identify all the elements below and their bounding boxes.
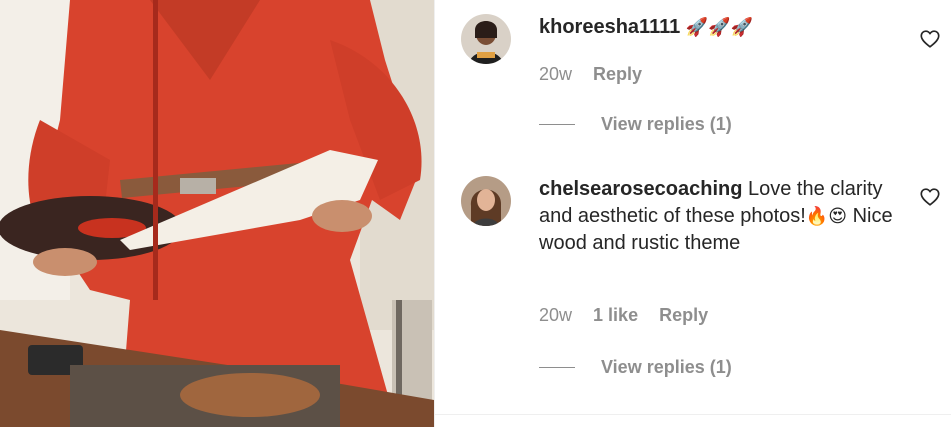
post-image [0, 0, 434, 427]
view-replies-label: View replies (1) [601, 113, 732, 134]
comment-emoji: 🔥😍 [805, 206, 848, 227]
view-replies-button[interactable]: View replies (1) [539, 112, 732, 136]
replies-line [539, 123, 575, 125]
post-photo[interactable] [0, 0, 434, 427]
panel-bottom-divider [435, 414, 951, 415]
comment-meta: 20w 1 like Reply [539, 305, 724, 326]
comment-text: chelsearosecoaching Love the clarity and… [539, 176, 907, 257]
avatar[interactable] [461, 14, 511, 64]
view-replies-label: View replies (1) [601, 356, 732, 377]
replies-line [539, 366, 575, 368]
comment-age: 20w [539, 305, 573, 325]
reply-button[interactable]: Reply [659, 305, 708, 325]
heart-icon[interactable] [919, 28, 941, 50]
comment-username[interactable]: chelsearosecoaching [539, 178, 742, 200]
reply-button[interactable]: Reply [593, 64, 642, 84]
comment-age: 20w [539, 64, 573, 84]
avatar[interactable] [461, 176, 511, 226]
comment-emoji: 🚀🚀🚀 [685, 17, 754, 38]
comment-text: khoreesha1111 🚀🚀🚀 [539, 14, 907, 41]
like-count[interactable]: 1 like [593, 305, 638, 325]
comment-meta: 20w Reply [539, 64, 658, 85]
comments-panel: khoreesha1111 🚀🚀🚀 20w Reply View replies… [435, 0, 951, 427]
view-replies-button[interactable]: View replies (1) [539, 355, 732, 379]
comment-username[interactable]: khoreesha1111 [539, 16, 680, 38]
heart-icon[interactable] [919, 186, 941, 208]
